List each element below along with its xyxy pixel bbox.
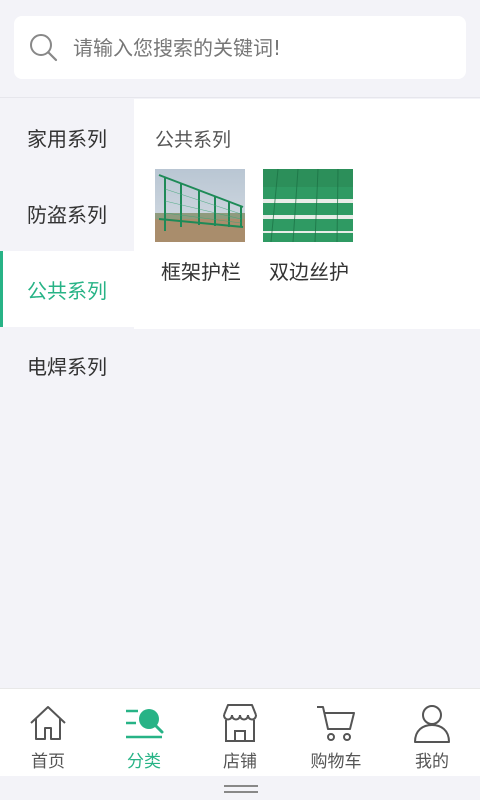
category-content: 公共系列 框架护栏 双边丝护 <box>134 99 480 329</box>
tab-label: 店铺 <box>223 752 257 772</box>
tab-label: 我的 <box>415 752 449 772</box>
cart-icon <box>317 706 355 741</box>
home-indicator[interactable] <box>0 776 480 800</box>
store-icon <box>223 704 257 742</box>
product-name: 双边丝护 <box>269 260 349 284</box>
product-image-frame-fence <box>155 169 245 242</box>
tab-label: 购物车 <box>310 752 362 772</box>
tab-category[interactable]: 分类 <box>96 689 192 776</box>
product-card[interactable]: 框架护栏 <box>155 169 247 285</box>
user-icon <box>414 705 450 743</box>
sidebar-item-anti-theft[interactable]: 防盗系列 <box>0 175 134 251</box>
search-icon <box>30 33 58 61</box>
search-box[interactable] <box>14 16 466 79</box>
home-icon <box>30 706 66 740</box>
sidebar-item-public[interactable]: 公共系列 <box>0 251 134 327</box>
product-image-double-wire <box>263 169 353 242</box>
bottom-tab-bar: 首页 分类 店铺 购物车 我的 <box>0 688 480 776</box>
tab-cart[interactable]: 购物车 <box>288 689 384 776</box>
tab-store[interactable]: 店铺 <box>192 689 288 776</box>
home-indicator-line <box>224 791 258 793</box>
tab-profile[interactable]: 我的 <box>384 689 480 776</box>
product-name: 框架护栏 <box>161 260 241 284</box>
tab-label: 首页 <box>31 752 65 772</box>
tab-label: 分类 <box>127 752 161 772</box>
category-icon <box>126 709 164 739</box>
tab-home[interactable]: 首页 <box>0 689 96 776</box>
search-input[interactable] <box>73 35 453 60</box>
search-bar <box>0 0 480 98</box>
section-title: 公共系列 <box>155 129 232 151</box>
sidebar-item-welded[interactable]: 电焊系列 <box>0 327 134 403</box>
category-sidebar: 家用系列 防盗系列 公共系列 电焊系列 <box>0 99 134 403</box>
product-card[interactable]: 双边丝护 <box>263 169 355 285</box>
sidebar-item-household[interactable]: 家用系列 <box>0 99 134 175</box>
home-indicator-line <box>224 785 258 787</box>
